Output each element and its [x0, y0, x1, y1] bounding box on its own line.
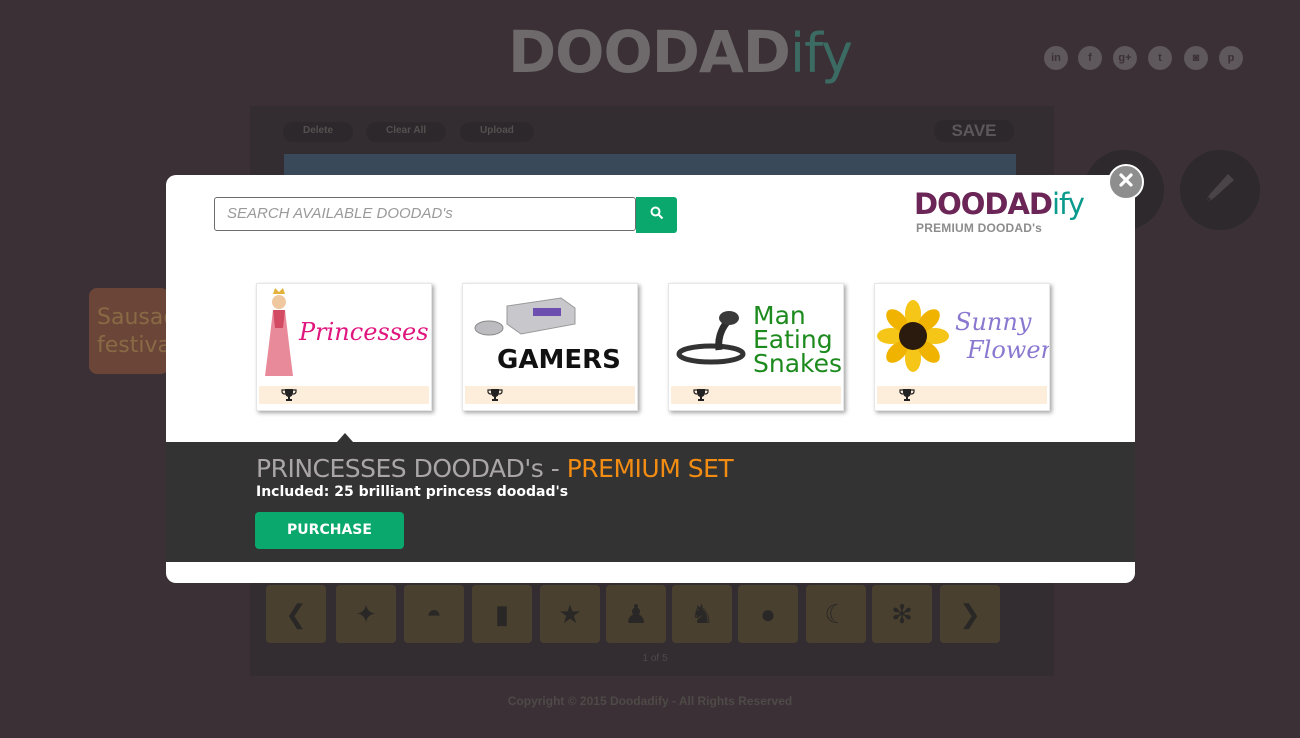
trophy-icon [899, 388, 915, 407]
tray-item[interactable]: ♟ [606, 585, 666, 643]
tray-item[interactable]: ✦ [336, 585, 396, 643]
page-indicator: 1 of 5 [642, 653, 668, 664]
set-card-sunny-flowers[interactable]: Sunny Flowers [874, 283, 1050, 411]
set-card-man-eating-snakes[interactable]: Man Eating Snakes [668, 283, 844, 411]
card-label-line2: Flowers [966, 336, 1049, 364]
copyright: Copyright © 2015 Doodadify - All Rights … [507, 694, 793, 708]
set-title-prefix: PRINCESSES DOODAD's - [256, 454, 567, 483]
canvas-area[interactable] [284, 154, 1016, 176]
tray-item[interactable]: ◓ [404, 585, 464, 643]
tray-item[interactable]: ▮ [472, 585, 532, 643]
card-label-line3: Snakes [753, 349, 842, 378]
card-footer [877, 386, 1047, 404]
logo-text: DOODAD [508, 18, 791, 86]
prev-arrow-button[interactable]: ❮ [266, 585, 326, 643]
card-image: Man Eating Snakes [669, 284, 843, 384]
pen-tool-button[interactable] [1180, 150, 1260, 230]
card-footer [259, 386, 429, 404]
app-logo: DOODADify [508, 22, 853, 85]
search-input[interactable]: SEARCH AVAILABLE DOODAD's [214, 197, 636, 231]
card-footer [465, 386, 635, 404]
clear-all-button[interactable]: Clear All [366, 122, 447, 142]
brand-title-suffix: ify [1051, 187, 1085, 221]
facebook-icon[interactable]: f [1078, 46, 1102, 70]
trophy-icon [693, 388, 709, 407]
sticky-note[interactable]: Sausage festival! [89, 288, 169, 374]
card-footer [671, 386, 841, 404]
brand-subtitle: PREMIUM DOODAD's [916, 221, 1043, 235]
search-button[interactable] [636, 197, 677, 233]
search-icon [650, 206, 664, 225]
card-label: GAMERS [497, 345, 621, 375]
card-image: Sunny Flowers [875, 284, 1049, 384]
premium-label: PREMIUM SET [566, 454, 734, 483]
tray-item[interactable]: ☾ [806, 585, 866, 643]
pen-icon [1198, 166, 1242, 215]
card-label-line1: Sunny [955, 308, 1032, 336]
brand-title-text: DOODAD [914, 187, 1053, 221]
tray-item[interactable]: ★ [540, 585, 600, 643]
card-label: Princesses [298, 318, 429, 346]
set-title: PRINCESSES DOODAD's - PREMIUM SET [256, 454, 734, 483]
tray-item[interactable]: ♞ [672, 585, 732, 643]
next-arrow-button[interactable]: ❯ [940, 585, 1000, 643]
set-included-text: Included: 25 brilliant princess doodad's [256, 484, 569, 500]
premium-doodads-modal: SEARCH AVAILABLE DOODAD's DOODADify PREM… [166, 175, 1135, 583]
set-card-princesses[interactable]: Princesses [256, 283, 432, 411]
linkedin-icon[interactable]: in [1044, 46, 1068, 70]
set-card-gamers[interactable]: GAMERS [462, 283, 638, 411]
pinterest-icon[interactable]: p [1219, 46, 1243, 70]
brand-logo: DOODADify PREMIUM DOODAD's [914, 187, 1094, 235]
trophy-icon [487, 388, 503, 407]
close-modal-button[interactable] [1108, 164, 1144, 200]
upload-button[interactable]: Upload [460, 122, 534, 142]
trophy-icon [281, 388, 297, 407]
delete-button[interactable]: Delete [283, 122, 354, 142]
purchase-button[interactable]: PURCHASE [255, 512, 404, 549]
close-icon [1118, 172, 1134, 193]
save-button[interactable]: SAVE [934, 120, 1014, 142]
instagram-icon[interactable]: ◙ [1184, 46, 1208, 70]
brand-title: DOODADify [914, 187, 1094, 221]
card-image: GAMERS [463, 284, 637, 384]
selection-caret [337, 433, 353, 442]
twitter-icon[interactable]: t [1148, 46, 1172, 70]
logo-suffix: ify [789, 22, 853, 85]
google-plus-icon[interactable]: g+ [1113, 46, 1137, 70]
set-detail-panel: PRINCESSES DOODAD's - PREMIUM SET Includ… [166, 442, 1135, 562]
tray-item[interactable]: ● [738, 585, 798, 643]
tray-item[interactable]: ✻ [872, 585, 932, 643]
card-image: Princesses [257, 284, 431, 384]
